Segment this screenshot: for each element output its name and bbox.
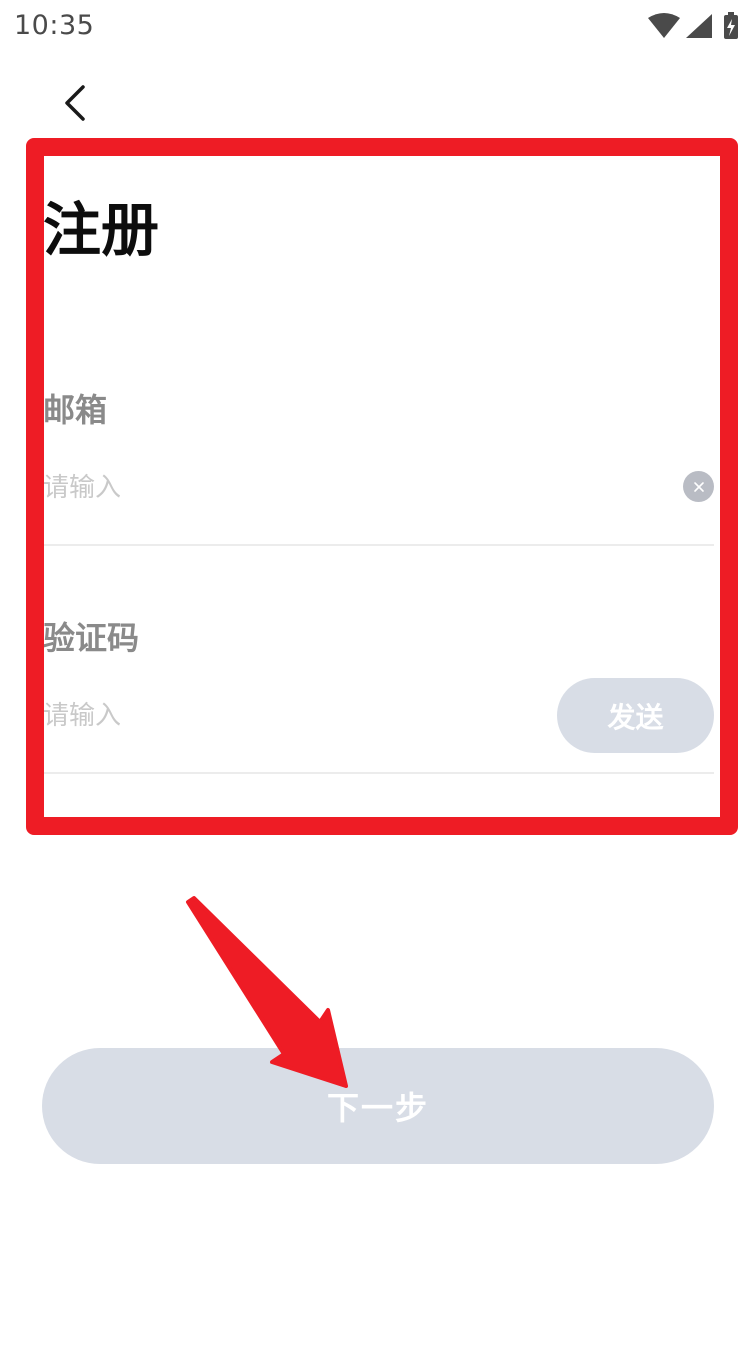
wifi-icon	[648, 13, 680, 38]
email-clear-button[interactable]	[683, 471, 714, 502]
verification-code-label: 验证码	[43, 619, 140, 657]
send-code-button[interactable]: 发送	[557, 678, 714, 753]
email-label: 邮箱	[43, 391, 108, 429]
email-input[interactable]	[43, 468, 663, 508]
next-step-button[interactable]: 下一步	[42, 1048, 714, 1164]
status-icons	[648, 12, 738, 39]
verification-code-input[interactable]	[43, 696, 523, 736]
chevron-left-icon	[65, 85, 85, 121]
email-divider	[43, 544, 714, 546]
code-divider	[43, 772, 714, 774]
clear-icon	[693, 481, 704, 492]
status-time: 10:35	[14, 10, 95, 41]
page-title: 注册	[43, 196, 160, 264]
signal-icon	[686, 14, 712, 38]
battery-charging-icon	[724, 12, 738, 39]
back-button[interactable]	[52, 80, 98, 126]
